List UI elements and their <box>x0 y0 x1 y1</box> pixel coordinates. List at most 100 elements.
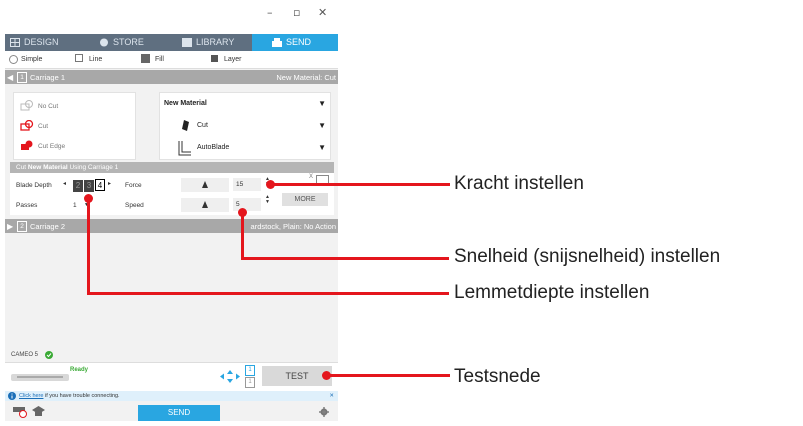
cut-settings: Blade Depth ◂ 234 ▸ Passes 1 ▲▼ Force 15… <box>10 173 334 215</box>
cut-edge-icon[interactable] <box>20 140 34 151</box>
carriage-1-position[interactable]: 1 <box>245 365 255 376</box>
cut-style-cut[interactable]: Cut <box>38 123 48 130</box>
help-link[interactable]: Click here <box>19 393 43 399</box>
tab-send[interactable]: SEND <box>252 34 338 51</box>
depth-callout-vertical <box>87 198 90 295</box>
mode-layer[interactable]: Layer <box>224 56 242 63</box>
carriage-2-material: ardstock, Plain: No Action <box>250 222 336 231</box>
close-button[interactable]: ✕ <box>318 6 327 19</box>
minimize-button[interactable]: – <box>267 6 273 19</box>
depth-decrease-icon[interactable]: ◂ <box>63 180 66 187</box>
speed-callout-line <box>241 257 449 260</box>
speed-slider[interactable] <box>181 198 229 212</box>
restore-button[interactable]: ▫ <box>293 6 300 19</box>
store-icon <box>100 38 108 47</box>
fill-mode-icon <box>141 54 150 63</box>
tab-label: LIBRARY <box>196 37 235 47</box>
tool-value: AutoBlade <box>197 144 230 151</box>
carriage-2-position[interactable]: 1 <box>245 377 255 388</box>
dropdown-arrow-icon: ▼ <box>318 99 326 108</box>
send-button[interactable]: SEND <box>138 405 220 421</box>
connection-info-bar: Click here if you have trouble connectin… <box>5 391 338 401</box>
tab-design[interactable]: DESIGN <box>5 34 92 51</box>
passes-label: Passes <box>16 202 38 209</box>
tab-label: DESIGN <box>24 37 59 47</box>
depth-option[interactable]: 2 <box>73 180 83 192</box>
simple-radio[interactable] <box>9 55 18 64</box>
speed-spinner-icon[interactable]: ▲ ▼ <box>265 195 270 205</box>
depth-callout-line <box>87 292 449 295</box>
depth-increase-icon[interactable]: ▸ <box>108 180 111 187</box>
blade-icon <box>182 120 189 131</box>
cut-summary-suffix: Using Carriage 1 <box>67 164 119 171</box>
depth-annotation: Lemmetdiepte instellen <box>454 282 650 303</box>
line-mode-icon <box>75 54 83 62</box>
move-arrows-icon[interactable] <box>220 370 240 383</box>
test-annotation: Testsnede <box>454 366 541 387</box>
action-value: Cut <box>197 122 208 129</box>
no-cut-icon[interactable] <box>20 100 34 111</box>
tab-library[interactable]: LIBRARY <box>170 34 264 51</box>
speed-label: Speed <box>125 202 144 209</box>
cut-icon[interactable] <box>20 120 34 131</box>
speed-annotation: Snelheid (snijsnelheid) instellen <box>454 246 721 267</box>
mode-line[interactable]: Line <box>89 56 102 63</box>
tab-label: STORE <box>113 37 144 47</box>
device-status-row: CAMEO 5 <box>5 350 338 361</box>
cut-summary-prefix: Cut <box>16 164 28 171</box>
cutter-timer-icon[interactable] <box>13 406 27 418</box>
bottom-bar: SEND <box>5 402 338 421</box>
blade-depth-selector[interactable]: 234 <box>73 179 106 192</box>
speed-callout-vertical <box>241 212 244 260</box>
passes-value[interactable]: 1 <box>73 202 77 209</box>
speed-value[interactable]: 5 <box>233 198 261 211</box>
cut-style-list: No Cut Cut Cut Edge <box>13 92 136 160</box>
send-icon <box>272 38 282 48</box>
material-value: New Material <box>164 100 207 107</box>
device-status: Ready <box>70 367 89 373</box>
carriage-2-number: 2 <box>17 221 27 232</box>
info-text: if you have trouble connecting. <box>43 393 120 399</box>
action-select[interactable]: Cut ▼ <box>160 115 330 137</box>
force-value[interactable]: 15 <box>233 178 261 191</box>
tab-store[interactable]: STORE <box>87 34 182 51</box>
depth-option[interactable]: 3 <box>84 180 94 192</box>
slider-thumb[interactable] <box>202 181 208 188</box>
gear-icon[interactable] <box>319 407 329 417</box>
depth-option-selected[interactable]: 4 <box>95 179 105 191</box>
cut-summary: Cut New Material Using Carriage 1 <box>10 162 334 173</box>
cut-summary-material: New Material <box>27 164 68 171</box>
carriage-1-header[interactable]: ◀ 1 Carriage 1 New Material: Cut <box>5 70 338 84</box>
tool-select[interactable]: AutoBlade ▼ <box>160 137 330 159</box>
more-button[interactable]: MORE <box>282 193 328 206</box>
carriage-1-number: 1 <box>17 72 27 83</box>
tab-bar: DESIGN STORE LIBRARY SEND <box>5 34 338 51</box>
force-slider[interactable] <box>181 178 229 192</box>
cutter-icon <box>11 374 69 381</box>
carriage-2-header[interactable]: ▶ 2 Carriage 2 ardstock, Plain: No Actio… <box>5 219 338 233</box>
carriage-1-material: New Material: Cut <box>276 73 336 82</box>
close-info-icon[interactable]: ✕ <box>329 391 334 401</box>
force-label: Force <box>125 182 142 189</box>
collapse-arrow-icon[interactable]: ◀ <box>7 73 13 82</box>
mode-fill[interactable]: Fill <box>155 56 164 63</box>
cut-style-no-cut[interactable]: No Cut <box>38 103 58 110</box>
tutorial-cap-icon[interactable] <box>32 406 45 417</box>
dropdown-arrow-icon: ▼ <box>318 143 326 152</box>
expand-arrow-icon[interactable]: ▶ <box>7 222 13 231</box>
carriage-1-label: Carriage 1 <box>30 73 66 82</box>
x-label: X <box>309 174 314 180</box>
layer-mode-icon <box>211 55 218 62</box>
connected-check-icon <box>45 351 53 359</box>
tab-label: SEND <box>286 37 312 47</box>
mode-simple[interactable]: Simple <box>21 56 42 63</box>
slider-thumb[interactable] <box>202 201 208 208</box>
blade-depth-label: Blade Depth <box>16 182 52 189</box>
library-icon <box>182 38 192 48</box>
autoblade-icon <box>178 141 191 156</box>
send-panel: DESIGN STORE LIBRARY SEND Simple Line Fi… <box>5 34 338 421</box>
cut-style-cut-edge[interactable]: Cut Edge <box>38 143 65 150</box>
material-select[interactable]: New Material ▼ <box>160 93 330 115</box>
grid-icon <box>10 38 20 48</box>
device-name: CAMEO 5 <box>11 352 39 358</box>
